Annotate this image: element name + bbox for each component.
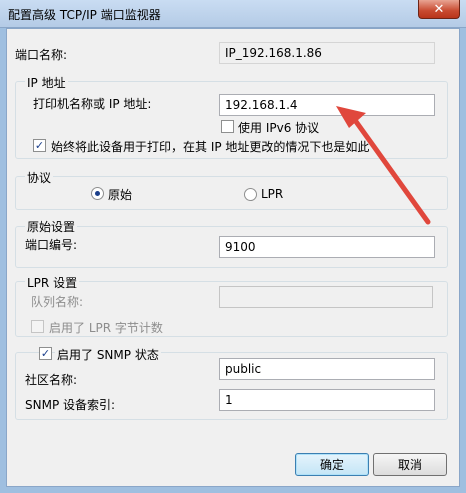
title-bar: 配置高级 TCP/IP 端口监视器 ✕ (0, 0, 466, 28)
window-title: 配置高级 TCP/IP 端口监视器 (8, 8, 161, 22)
ok-button-label: 确定 (319, 458, 344, 472)
ok-button[interactable]: 确定 (295, 453, 369, 476)
protocol-group-title: 协议 (25, 169, 54, 186)
snmp-checkbox[interactable]: ✓ (39, 347, 52, 360)
port-number-label: 端口编号: (25, 238, 78, 252)
protocol-group (15, 176, 448, 210)
lpr-radio[interactable] (244, 188, 257, 201)
always-use-checkbox[interactable]: ✓ (33, 139, 46, 152)
cancel-button-label: 取消 (397, 458, 422, 472)
ip-group-title: IP 地址 (25, 74, 68, 91)
port-name-value: IP_192.168.1.86 (225, 46, 322, 60)
radio-dot (95, 191, 100, 196)
snmp-index-label: SNMP 设备索引: (25, 398, 116, 412)
check-icon: ✓ (40, 347, 51, 360)
snmp-index-input[interactable] (219, 389, 435, 411)
port-name-field: IP_192.168.1.86 (219, 42, 435, 64)
community-name-input[interactable] (219, 358, 435, 380)
dialog-body: 端口名称: IP_192.168.1.86 IP 地址 打印机名称或 IP 地址… (6, 28, 460, 487)
printer-address-label: 打印机名称或 IP 地址: (33, 97, 152, 111)
close-button[interactable]: ✕ (418, 0, 460, 19)
raw-radio[interactable] (91, 187, 104, 200)
lpr-byte-count-checkbox[interactable] (31, 320, 44, 333)
raw-settings-title: 原始设置 (25, 218, 78, 235)
raw-label: 原始 (108, 188, 133, 202)
port-number-input[interactable] (219, 236, 435, 258)
close-icon: ✕ (433, 1, 445, 17)
lpr-label: LPR (261, 187, 284, 201)
ipv6-checkbox[interactable] (221, 120, 234, 133)
lpr-byte-count-label: 启用了 LPR 字节计数 (49, 321, 163, 335)
lpr-settings-title: LPR 设置 (25, 274, 80, 291)
community-name-label: 社区名称: (25, 373, 78, 387)
check-icon: ✓ (34, 139, 45, 152)
port-name-label: 端口名称: (15, 48, 68, 62)
ipv6-label: 使用 IPv6 协议 (238, 121, 320, 135)
always-use-label: 始终将此设备用于打印，在其 IP 地址更改的情况下也是如此 (51, 140, 370, 154)
queue-name-input[interactable] (219, 286, 433, 308)
snmp-group-title: 启用了 SNMP 状态 (55, 346, 161, 363)
cancel-button[interactable]: 取消 (373, 453, 447, 476)
queue-name-label: 队列名称: (31, 295, 84, 309)
printer-address-input[interactable] (219, 94, 435, 116)
